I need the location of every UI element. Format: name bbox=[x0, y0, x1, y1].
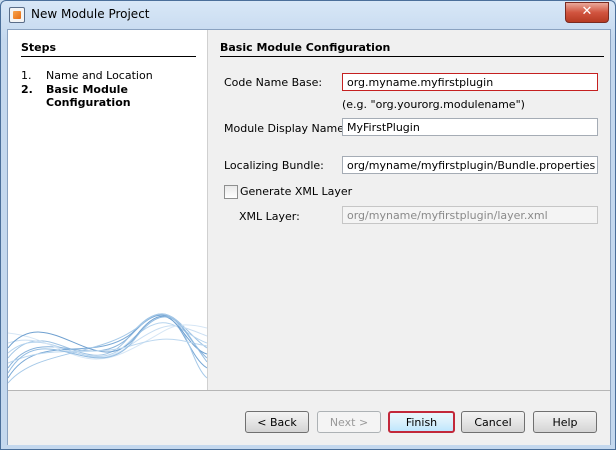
step-label: Name and Location bbox=[46, 69, 153, 82]
dialog-content: Steps 1. Name and Location 2. Basic Modu… bbox=[7, 29, 611, 445]
code-name-base-input[interactable]: org.myname.myfirstplugin bbox=[342, 73, 598, 91]
step-number: 1. bbox=[21, 69, 32, 82]
code-name-base-hint: (e.g. "org.yourorg.modulename") bbox=[342, 98, 525, 111]
next-button: Next > bbox=[317, 411, 381, 433]
dialog-window: New Module Project ✕ Steps 1. Name and L… bbox=[0, 0, 616, 450]
decorative-waves-image bbox=[8, 313, 207, 384]
cancel-button[interactable]: Cancel bbox=[461, 411, 525, 433]
localizing-bundle-label: Localizing Bundle: bbox=[224, 159, 324, 172]
xml-layer-label: XML Layer: bbox=[239, 210, 300, 223]
steps-panel: Steps 1. Name and Location 2. Basic Modu… bbox=[8, 30, 208, 390]
generate-xml-layer-checkbox[interactable] bbox=[224, 185, 238, 199]
finish-button[interactable]: Finish bbox=[388, 411, 455, 433]
xml-layer-input: org/myname/myfirstplugin/layer.xml bbox=[342, 206, 598, 224]
localizing-bundle-input[interactable]: org/myname/myfirstplugin/Bundle.properti… bbox=[342, 156, 598, 174]
steps-title: Steps bbox=[21, 41, 196, 57]
code-name-base-label: Code Name Base: bbox=[224, 76, 323, 89]
back-button[interactable]: < Back bbox=[245, 411, 309, 433]
close-button[interactable]: ✕ bbox=[565, 2, 609, 23]
window-title: New Module Project bbox=[31, 7, 150, 21]
module-display-name-input[interactable]: MyFirstPlugin bbox=[342, 118, 598, 136]
title-bar[interactable]: New Module Project ✕ bbox=[1, 1, 615, 29]
generate-xml-layer-label[interactable]: Generate XML Layer bbox=[240, 185, 352, 198]
module-display-name-label: Module Display Name: bbox=[224, 122, 348, 135]
app-icon bbox=[9, 7, 25, 23]
step-number: 2. bbox=[21, 83, 33, 96]
button-bar: < Back Next > Finish Cancel Help bbox=[8, 390, 610, 445]
step-label: Basic Module Configuration bbox=[46, 83, 131, 109]
help-button[interactable]: Help bbox=[533, 411, 597, 433]
page-title: Basic Module Configuration bbox=[220, 41, 604, 57]
